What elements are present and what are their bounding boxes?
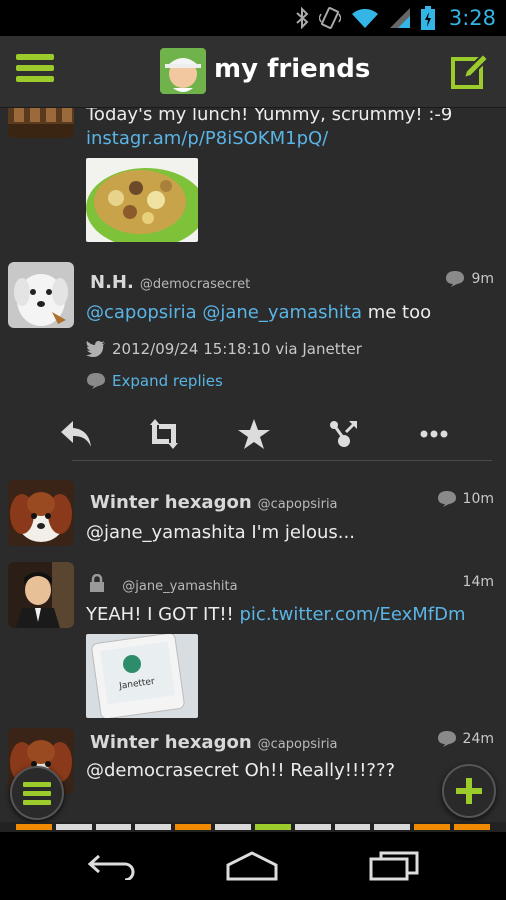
tweet-time: 10m [437,490,494,508]
twitter-bird-icon [86,341,105,357]
home-icon[interactable] [222,846,282,886]
tweet-item[interactable]: @jane_yamashita 14m YEAH! I GOT IT!! pic… [0,562,506,722]
timeline-segment [454,824,490,830]
wifi-icon [351,8,378,28]
tweet-time: 24m [437,730,494,748]
timeline-segment [135,824,172,830]
timeline-segment [334,824,371,830]
tweet-link[interactable]: pic.twitter.com/EexMfDm [240,604,466,625]
tweet-text: @jane_yamashita I'm jelous... [86,522,355,543]
share-icon[interactable] [326,416,362,452]
navigation-bar [0,832,506,900]
author-handle: @democrasecret [139,277,251,292]
timeline-segment [175,824,212,830]
timeline-segment [254,824,291,830]
timeline-segment [414,824,451,830]
status-bar: 3:28 [0,0,506,36]
tweet-meta: 2012/09/24 15:18:10 via Janetter [86,340,362,358]
more-icon[interactable] [416,416,452,452]
expand-replies-link[interactable]: Expand replies [86,372,223,390]
timeline-indicator [0,822,506,832]
battery-charging-icon [420,6,435,30]
avatar[interactable] [8,562,74,628]
mention-link[interactable]: @capopsiria [86,302,197,323]
photo-thumbnail[interactable] [86,158,198,242]
timeline-segment [16,824,52,830]
timeline-segment [95,824,132,830]
author-handle: @capopsiria [257,737,338,752]
tweet-item[interactable]: N.H. @democrasecret 9m @capopsiria @jane_… [0,260,506,461]
clock: 3:28 [448,6,496,30]
favorite-icon[interactable] [236,416,272,452]
back-icon[interactable] [82,846,142,886]
timeline-segment [55,824,92,830]
reply-bubble-icon [437,491,456,507]
menu-icon [23,782,51,805]
bluetooth-icon [296,7,309,29]
recent-apps-icon[interactable] [364,846,424,886]
author-name[interactable]: @jane_yamashita [88,573,238,595]
timeline-feed[interactable]: Today's my lunch! Yummy, scrummy! :-9 in… [0,108,506,822]
retweet-icon[interactable] [146,416,182,452]
mention-link[interactable]: @jane_yamashita [202,302,362,323]
avatar[interactable] [8,480,74,546]
plus-icon [456,778,482,804]
author-name[interactable]: Winter hexagon @capopsiria [90,732,338,753]
menu-icon[interactable] [16,54,54,90]
avatar[interactable] [8,262,74,328]
timeline-segment [294,824,331,830]
menu-fab-button[interactable] [10,766,64,820]
avatar[interactable] [8,108,74,138]
timeline-segment [374,824,411,830]
tweet-item[interactable]: Winter hexagon @capopsiria 10m @jane_yama… [0,480,506,560]
reply-icon[interactable] [58,416,94,452]
page-title: my friends [214,54,371,84]
reply-bubble-icon [437,731,456,747]
tweet-item[interactable]: Winter hexagon @capopsiria 24m @democrase… [0,728,506,818]
compose-icon[interactable] [450,52,490,92]
reply-bubble-icon [87,373,105,389]
tweet-text: @democrasecret Oh!! Really!!!??? [86,760,396,781]
action-bar: my friends [0,36,506,108]
signal-icon [389,8,410,28]
account-avatar[interactable] [160,48,206,94]
photo-thumbnail[interactable]: Janetter [86,634,198,718]
tweet-item[interactable]: Today's my lunch! Yummy, scrummy! :-9 in… [0,108,506,258]
lock-icon [90,573,104,592]
tweet-time: 9m [445,270,494,288]
tweet-link[interactable]: instagr.am/p/P8iSOKM1pQ/ [86,128,328,149]
author-handle: @capopsiria [257,497,338,512]
author-name[interactable]: Winter hexagon @capopsiria [90,492,338,513]
tweet-text: @capopsiria @jane_yamashita me too [86,302,432,323]
author-handle: @jane_yamashita [122,579,238,594]
timeline-segment [215,824,251,830]
divider [72,460,492,461]
tweet-actions [0,408,506,458]
tweet-text: Today's my lunch! Yummy, scrummy! :-9 [86,108,453,125]
author-name[interactable]: N.H. @democrasecret [90,272,250,293]
vibrate-icon [318,7,341,29]
reply-bubble-icon [446,271,465,287]
tweet-text: YEAH! I GOT IT!! pic.twitter.com/EexMfDm [86,604,466,625]
tweet-time: 14m [462,574,494,590]
new-tweet-fab-button[interactable] [442,764,496,818]
